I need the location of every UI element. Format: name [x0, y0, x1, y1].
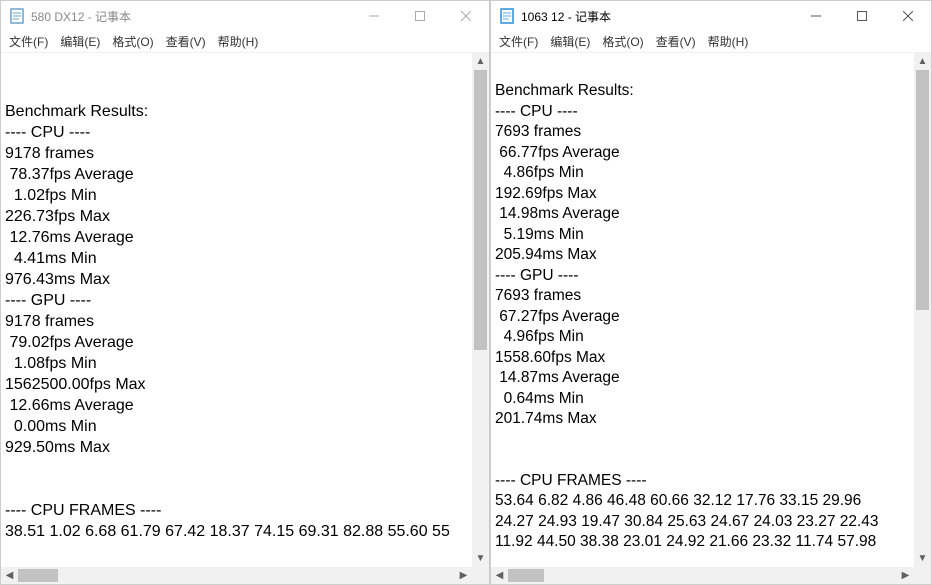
text-content[interactable]: Benchmark Results: ---- CPU ---- 7693 fr…	[491, 53, 914, 567]
scroll-down-icon[interactable]: ▼	[472, 550, 489, 567]
horizontal-scrollbar[interactable]: ◀ ▶	[1, 567, 472, 584]
resize-grip[interactable]	[472, 567, 489, 584]
window-controls	[351, 1, 489, 31]
titlebar[interactable]: 580 DX12 - 记事本	[1, 1, 489, 31]
scroll-left-icon[interactable]: ◀	[1, 567, 18, 584]
notepad-icon	[9, 8, 25, 24]
menu-help[interactable]: 帮助(H)	[212, 31, 265, 52]
text-content[interactable]: Benchmark Results: ---- CPU ---- 9178 fr…	[1, 53, 472, 567]
window-controls	[793, 1, 931, 31]
window-title: 1063 12 - 记事本	[521, 8, 793, 25]
menu-file[interactable]: 文件(F)	[3, 31, 54, 52]
horizontal-scroll-thumb[interactable]	[18, 569, 58, 582]
minimize-button[interactable]	[351, 1, 397, 31]
close-button[interactable]	[443, 1, 489, 31]
scroll-down-icon[interactable]: ▼	[914, 550, 931, 567]
menubar: 文件(F) 编辑(E) 格式(O) 查看(V) 帮助(H)	[1, 31, 489, 53]
menu-edit[interactable]: 编辑(E)	[544, 31, 596, 52]
horizontal-scrollbar[interactable]: ◀ ▶	[491, 567, 914, 584]
menu-view[interactable]: 查看(V)	[160, 31, 212, 52]
content-area: Benchmark Results: ---- CPU ---- 7693 fr…	[491, 53, 931, 567]
vertical-scrollbar[interactable]: ▲ ▼	[472, 53, 489, 567]
scroll-up-icon[interactable]: ▲	[914, 53, 931, 70]
menu-format[interactable]: 格式(O)	[596, 31, 649, 52]
menu-view[interactable]: 查看(V)	[650, 31, 702, 52]
maximize-button[interactable]	[839, 1, 885, 31]
vertical-scrollbar[interactable]: ▲ ▼	[914, 53, 931, 567]
menu-help[interactable]: 帮助(H)	[702, 31, 755, 52]
notepad-window-right: 1063 12 - 记事本 文件(F) 编辑(E) 格式(O) 查看(V) 帮助…	[490, 0, 932, 585]
scroll-left-icon[interactable]: ◀	[491, 567, 508, 584]
maximize-button[interactable]	[397, 1, 443, 31]
scroll-right-icon[interactable]: ▶	[455, 567, 472, 584]
scroll-up-icon[interactable]: ▲	[472, 53, 489, 70]
vertical-scroll-thumb[interactable]	[916, 70, 929, 310]
menu-edit[interactable]: 编辑(E)	[54, 31, 106, 52]
notepad-window-left: 580 DX12 - 记事本 文件(F) 编辑(E) 格式(O) 查看(V) 帮…	[0, 0, 490, 585]
close-button[interactable]	[885, 1, 931, 31]
scroll-right-icon[interactable]: ▶	[897, 567, 914, 584]
menubar: 文件(F) 编辑(E) 格式(O) 查看(V) 帮助(H)	[491, 31, 931, 53]
minimize-button[interactable]	[793, 1, 839, 31]
menu-format[interactable]: 格式(O)	[106, 31, 159, 52]
titlebar[interactable]: 1063 12 - 记事本	[491, 1, 931, 31]
horizontal-scroll-thumb[interactable]	[508, 569, 544, 582]
vertical-scroll-thumb[interactable]	[474, 70, 487, 350]
content-area: Benchmark Results: ---- CPU ---- 9178 fr…	[1, 53, 489, 567]
resize-grip[interactable]	[914, 567, 931, 584]
window-title: 580 DX12 - 记事本	[31, 8, 351, 25]
notepad-icon	[499, 8, 515, 24]
menu-file[interactable]: 文件(F)	[493, 31, 544, 52]
